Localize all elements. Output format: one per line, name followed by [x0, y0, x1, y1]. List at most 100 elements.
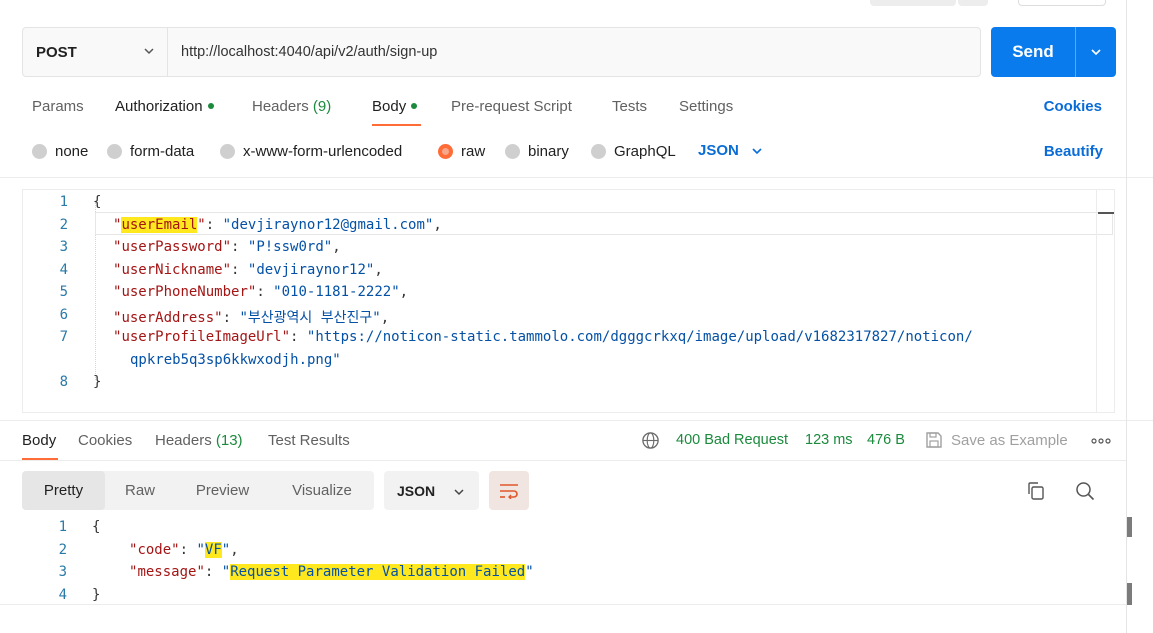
view-visualize-button[interactable]: Visualize: [270, 471, 374, 510]
code-line: "userPassword": "P!ssw0rd",: [113, 239, 341, 255]
status-code[interactable]: 400 Bad Request: [676, 432, 788, 448]
radio-binary[interactable]: binary: [505, 143, 569, 160]
status-dot: [411, 103, 418, 110]
editor-scrollbar[interactable]: [1096, 190, 1114, 412]
response-tabs: Body Cookies Headers (13) Test Results 4…: [22, 428, 1122, 462]
tab-authorization[interactable]: Authorization: [115, 98, 214, 115]
response-size[interactable]: 476 B: [867, 432, 905, 448]
line-number: 2: [59, 217, 68, 233]
toolbar-button-ghost[interactable]: [870, 0, 956, 6]
beautify-link[interactable]: Beautify: [1044, 143, 1103, 160]
response-body-viewer[interactable]: 1 2 3 4 { "code": "VF", "message": "Requ…: [22, 515, 1132, 605]
toolbar-button-ghost[interactable]: [958, 0, 988, 6]
send-options-button[interactable]: [1075, 27, 1116, 77]
line-number: 2: [58, 542, 67, 558]
radio-form-data[interactable]: form-data: [107, 143, 194, 160]
tab-prerequest-script[interactable]: Pre-request Script: [451, 98, 572, 115]
json-key: message: [137, 564, 197, 580]
resp-tab-test-results[interactable]: Test Results: [268, 432, 350, 449]
radio-circle: [107, 144, 122, 159]
send-button[interactable]: Send: [991, 27, 1075, 77]
resp-tab-headers[interactable]: Headers (13): [155, 432, 243, 449]
code-line: "userProfileImageUrl": "https://noticon-…: [113, 329, 973, 345]
json-value-continued: qpkreb5q3sp6kkwxodjh.png: [130, 352, 333, 368]
divider: [0, 460, 1126, 461]
search-icon[interactable]: [1075, 481, 1095, 501]
code-line: "code": "VF",: [129, 542, 239, 558]
radio-circle: [220, 144, 235, 159]
globe-icon[interactable]: [641, 431, 660, 450]
json-value: 부산광역시 부산진구: [247, 310, 373, 326]
code-line: "userEmail": "devjiraynor12@gmail.com",: [113, 217, 442, 233]
brace-open: {: [93, 194, 102, 210]
json-key: userPhoneNumber: [121, 284, 248, 300]
toolbar-button-ghost[interactable]: [1018, 0, 1106, 6]
line-number: 1: [58, 519, 67, 535]
line-number: 3: [58, 564, 67, 580]
request-body-editor[interactable]: 1 2 3 4 5 6 7 8 { "userEmail": "devjiray…: [22, 189, 1115, 413]
json-key: userAddress: [121, 310, 215, 326]
code-line: "userPhoneNumber": "010-1181-2222",: [113, 284, 409, 300]
divider: [0, 420, 1153, 421]
more-options-icon[interactable]: [1091, 438, 1111, 444]
brace-close: }: [92, 587, 101, 603]
view-raw-button[interactable]: Raw: [105, 471, 175, 510]
scroll-marker: [1098, 212, 1114, 214]
json-value: 010-1181-2222: [281, 284, 392, 300]
chevron-down-icon: [454, 489, 464, 496]
code-line: "message": "Request Parameter Validation…: [129, 564, 534, 580]
divider: [0, 177, 1153, 178]
tab-params[interactable]: Params: [32, 98, 84, 115]
status-dot: [207, 103, 214, 110]
view-preview-button[interactable]: Preview: [175, 471, 270, 510]
top-toolbar-remnant: [0, 0, 1153, 10]
wrap-lines-button[interactable]: [489, 471, 529, 510]
cookies-link[interactable]: Cookies: [1044, 98, 1102, 115]
radio-circle: [591, 144, 606, 159]
radio-raw-label: raw: [461, 143, 486, 160]
response-view-modes: Pretty Raw Preview Visualize: [22, 471, 374, 510]
copy-icon[interactable]: [1026, 481, 1046, 501]
brace-open: {: [92, 519, 101, 535]
active-tab-indicator: [372, 124, 421, 126]
response-time[interactable]: 123 ms: [805, 432, 853, 448]
url-input[interactable]: http://localhost:4040/api/v2/auth/sign-u…: [168, 28, 980, 76]
tab-headers[interactable]: Headers (9): [252, 98, 331, 115]
tab-tests[interactable]: Tests: [612, 98, 647, 115]
panel-border: [1126, 0, 1127, 633]
radio-urlencoded-label: x-www-form-urlencoded: [243, 143, 403, 160]
resp-tab-body[interactable]: Body: [22, 432, 56, 449]
code-line: }: [92, 587, 100, 603]
radio-form-data-label: form-data: [130, 143, 195, 160]
line-number: 5: [59, 284, 68, 300]
divider: [0, 604, 1126, 605]
response-format-select[interactable]: JSON: [384, 471, 479, 510]
method-select[interactable]: POST: [23, 28, 168, 76]
code-line: "userNickname": "devjiraynor12",: [113, 262, 383, 278]
radio-graphql[interactable]: GraphQL: [591, 143, 676, 160]
headers-count: (9): [312, 98, 332, 115]
line-number: 4: [59, 262, 68, 278]
tab-settings[interactable]: Settings: [679, 98, 733, 115]
body-type-options: none form-data x-www-form-urlencoded raw…: [30, 140, 1115, 166]
url-text: http://localhost:4040/api/v2/auth/sign-u…: [181, 44, 438, 60]
code-line: {: [93, 194, 101, 210]
line-number: 6: [59, 307, 68, 323]
save-as-example-button[interactable]: Save as Example: [951, 432, 1068, 449]
radio-raw[interactable]: raw: [438, 143, 485, 160]
view-pretty-button[interactable]: Pretty: [22, 471, 105, 510]
code-line: "userAddress": "부산광역시 부산진구",: [113, 310, 390, 326]
resp-tab-cookies[interactable]: Cookies: [78, 432, 132, 449]
chevron-down-icon: [144, 48, 154, 55]
radio-urlencoded[interactable]: x-www-form-urlencoded: [220, 143, 402, 160]
tab-body[interactable]: Body: [372, 98, 418, 115]
body-format-select[interactable]: JSON: [698, 142, 763, 159]
radio-none-label: none: [55, 143, 89, 160]
json-value: Request Parameter Validation Failed: [230, 564, 526, 580]
radio-none[interactable]: none: [32, 143, 88, 160]
response-format-label: JSON: [397, 482, 436, 499]
request-tabs: Params Authorization Headers (9) Body Pr…: [22, 92, 1112, 128]
code-line: }: [93, 374, 101, 390]
json-key: code: [137, 542, 172, 558]
chevron-down-icon: [1091, 49, 1101, 56]
